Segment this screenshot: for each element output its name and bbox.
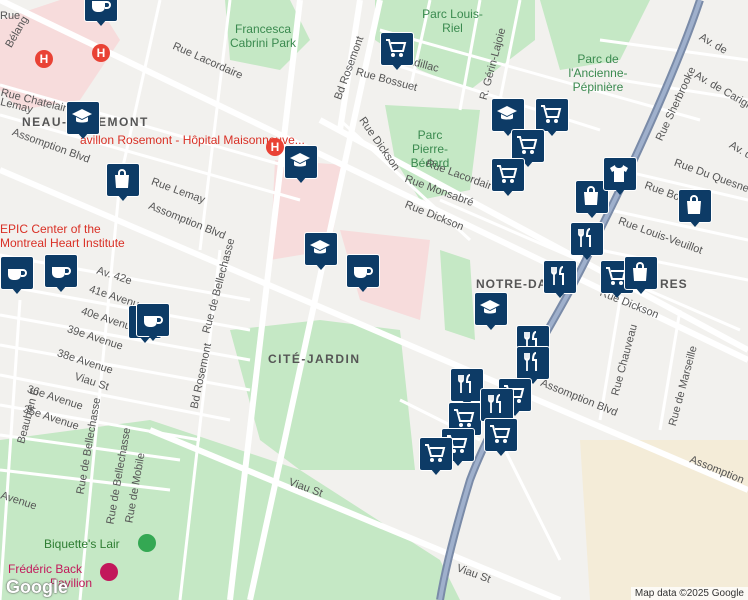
cart-icon	[541, 105, 562, 123]
coffee-icon	[144, 316, 163, 327]
cart-marker[interactable]	[380, 32, 414, 70]
fork-marker[interactable]	[450, 368, 484, 406]
cart-icon	[386, 39, 407, 57]
bag-marker[interactable]	[678, 189, 712, 227]
fork-marker[interactable]	[570, 222, 604, 260]
fork-icon	[524, 352, 537, 371]
school-icon	[480, 300, 500, 314]
school-icon	[290, 153, 310, 167]
poi-label-biquette: Biquette's Lair	[44, 537, 120, 551]
poi-label-frederic: Frédéric Back	[8, 562, 83, 576]
coffee-icon	[8, 269, 27, 280]
cart-icon	[454, 409, 475, 427]
shirt-marker[interactable]	[603, 157, 637, 195]
cart-marker[interactable]	[491, 158, 525, 196]
coffee-icon	[52, 267, 71, 278]
shirt-icon	[610, 165, 628, 182]
bag-icon	[633, 262, 647, 281]
hospital-icon[interactable]: H	[266, 138, 284, 156]
fork-marker[interactable]	[543, 260, 577, 298]
hospital-icon[interactable]: H	[35, 50, 53, 68]
school-icon	[310, 240, 330, 254]
cart-icon	[497, 165, 518, 183]
museum-icon[interactable]	[100, 563, 118, 581]
coffee-icon	[354, 267, 373, 278]
bag-icon	[687, 195, 701, 214]
park-label-louis-riel: Parc Louis-Riel	[422, 7, 483, 35]
coffee-marker[interactable]	[44, 254, 78, 292]
coffee-icon	[92, 1, 111, 12]
bag-icon	[584, 186, 598, 205]
coffee-marker[interactable]	[136, 303, 170, 341]
cart-marker[interactable]	[419, 437, 453, 475]
google-logo: Google	[6, 577, 68, 597]
bag-icon	[115, 169, 129, 188]
epic-label: EPIC Center of the Montreal Heart Instit…	[0, 222, 125, 250]
cart-icon	[425, 444, 446, 462]
map-attribution: Map data ©2025 Google	[630, 587, 748, 600]
park-label-francesca: Francesca Cabrini Park	[229, 22, 297, 50]
school-marker[interactable]	[304, 232, 338, 270]
park-label-ancienne: Parc de l'Ancienne-Pépinière	[568, 52, 628, 94]
school-icon	[72, 109, 92, 123]
hospital-icon[interactable]: H	[92, 44, 110, 62]
fork-icon	[458, 374, 471, 393]
cart-marker[interactable]	[484, 418, 518, 456]
school-marker[interactable]	[474, 292, 508, 330]
school-marker[interactable]	[66, 101, 100, 139]
neighborhood-label-notre-dame: NOTRE-DA	[476, 277, 548, 291]
fork-icon	[488, 394, 501, 413]
fork-icon	[551, 266, 564, 285]
coffee-marker[interactable]	[346, 254, 380, 292]
fork-icon	[578, 228, 591, 247]
cart-icon	[490, 425, 511, 443]
school-marker[interactable]	[284, 145, 318, 183]
bag-marker[interactable]	[624, 256, 658, 294]
bag-marker[interactable]	[106, 163, 140, 201]
coffee-marker[interactable]	[84, 0, 118, 26]
cart-icon	[517, 136, 538, 154]
zoo-icon[interactable]	[138, 534, 156, 552]
neighborhood-label-cite-jardin: CITÉ-JARDIN	[268, 352, 361, 366]
neighborhood-label-notre-dame-end: RES	[660, 277, 688, 291]
coffee-marker[interactable]	[0, 256, 34, 294]
school-icon	[497, 106, 517, 120]
map-canvas[interactable]: Francesca Cabrini Park Parc Louis-Riel P…	[0, 0, 748, 600]
